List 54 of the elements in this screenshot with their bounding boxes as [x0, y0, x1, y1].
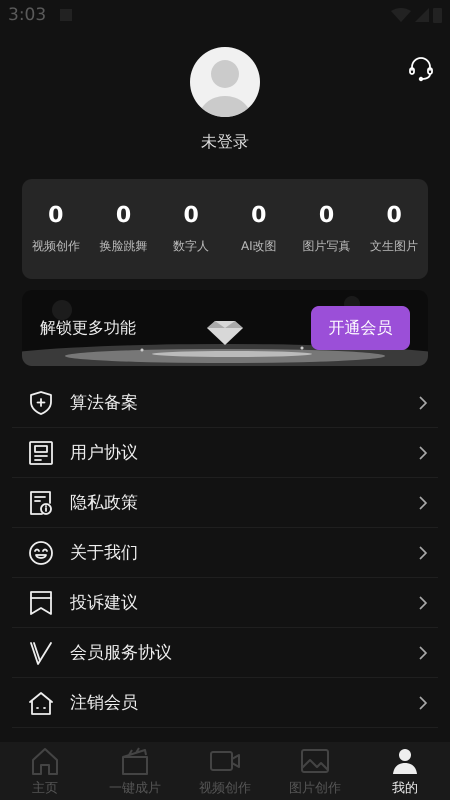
- menu-item[interactable]: 关于我们: [12, 528, 438, 578]
- stat-label: 图片写真: [302, 238, 350, 255]
- menu-item[interactable]: 注销会员: [12, 678, 438, 728]
- status-time: 3:03: [8, 5, 46, 25]
- chevron-right-icon: [418, 594, 428, 610]
- smile-icon: [28, 540, 54, 566]
- stat-label: 换脸跳舞: [99, 238, 148, 255]
- document-info-icon: [28, 490, 54, 516]
- stat-label: 文生图片: [370, 238, 418, 255]
- stat-value: 0: [318, 203, 334, 228]
- v-icon: [28, 640, 54, 666]
- bookmark-icon: [28, 590, 54, 616]
- menu-label: 用户协议: [70, 442, 138, 464]
- menu-item[interactable]: 隐私政策: [12, 478, 438, 528]
- stat-value: 0: [116, 203, 132, 228]
- stat-label: 数字人: [173, 238, 210, 255]
- home-icon: [29, 746, 61, 776]
- clapperboard-icon: [119, 746, 151, 776]
- menu-label: 会员服务协议: [70, 642, 172, 664]
- chevron-right-icon: [418, 644, 428, 660]
- login-status[interactable]: 未登录: [201, 132, 249, 153]
- menu-label: 注销会员: [70, 692, 138, 714]
- stat-label: 视频创作: [32, 238, 80, 255]
- menu-item[interactable]: 算法备案: [12, 378, 438, 428]
- menu-label: 投诉建议: [70, 592, 138, 614]
- stat-value: 0: [48, 203, 64, 228]
- house-icon: [28, 690, 54, 716]
- avatar[interactable]: [189, 46, 261, 118]
- stat-label: AI改图: [240, 238, 277, 255]
- chevron-right-icon: [418, 494, 428, 510]
- chevron-right-icon: [418, 544, 428, 560]
- tab-label: 主页: [32, 780, 58, 796]
- shield-plus-icon: [28, 390, 54, 416]
- tab-label: 我的: [392, 780, 418, 796]
- stat-value: 0: [386, 203, 402, 228]
- chevron-right-icon: [418, 694, 428, 710]
- tab-label: 视频创作: [199, 780, 251, 796]
- tab[interactable]: 我的: [360, 742, 450, 800]
- membership-button[interactable]: 开通会员: [311, 306, 410, 350]
- headset-icon[interactable]: [408, 56, 434, 82]
- banner-text: 解锁更多功能: [40, 318, 136, 338]
- menu-label: 关于我们: [70, 542, 138, 564]
- menu-item[interactable]: 用户协议: [12, 428, 438, 478]
- document-icon: [28, 440, 54, 466]
- stat-value: 0: [251, 203, 266, 228]
- tab-label: 图片创作: [289, 780, 341, 796]
- menu-item[interactable]: 投诉建议: [12, 578, 438, 628]
- chevron-right-icon: [418, 394, 428, 410]
- tab-label: 一键成片: [109, 780, 161, 796]
- chevron-right-icon: [418, 444, 428, 460]
- menu-label: 隐私政策: [70, 492, 138, 514]
- menu-item[interactable]: 会员服务协议: [12, 628, 438, 678]
- stat-value: 0: [184, 203, 199, 228]
- menu-label: 算法备案: [70, 392, 138, 414]
